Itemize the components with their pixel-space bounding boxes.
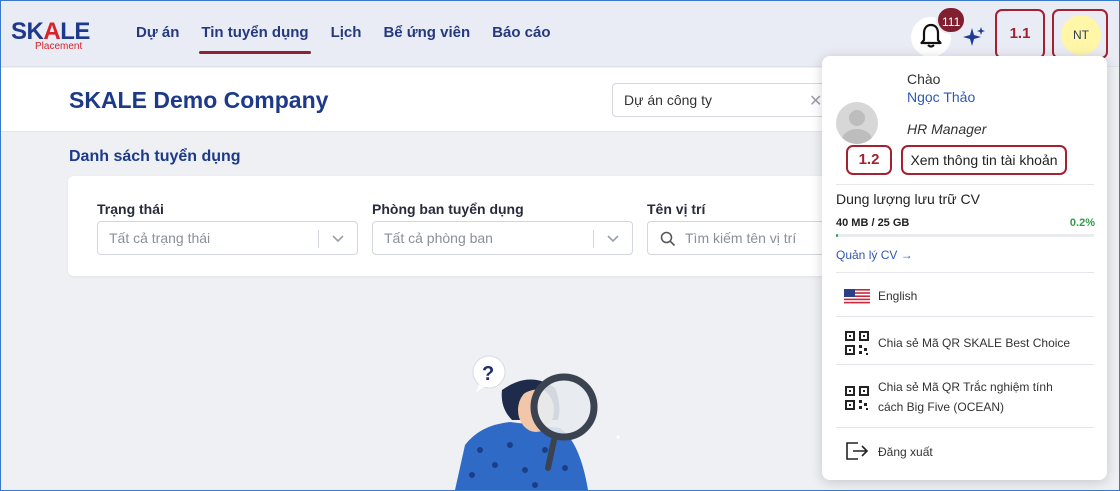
storage-used: 40 MB / 25 GB	[836, 217, 910, 229]
nav-calendar[interactable]: Lịch	[320, 1, 373, 67]
logout-label: Đăng xuất	[878, 445, 933, 459]
nav-reports[interactable]: Báo cáo	[481, 1, 561, 67]
language-label: English	[878, 289, 918, 303]
storage-percent: 0.2%	[1069, 217, 1095, 229]
divider	[836, 184, 1094, 185]
share-qr-big-five[interactable]: Chia sẻ Mã QR Trắc nghiệm tính cách Big …	[836, 378, 1094, 418]
view-account-link[interactable]: Xem thông tin tài khoản	[901, 145, 1067, 175]
nav-projects[interactable]: Dự án	[125, 1, 190, 67]
qr-code-icon	[845, 386, 869, 410]
logout-icon	[846, 442, 869, 460]
divider	[836, 272, 1094, 273]
ai-sparkle-icon[interactable]	[962, 26, 986, 48]
qr-code-icon	[845, 331, 869, 355]
user-avatar-button[interactable]: NT	[1061, 15, 1101, 55]
chevron-down-icon	[607, 235, 619, 243]
divider	[836, 427, 1094, 428]
department-filter-select[interactable]: Tất cả phòng ban	[372, 221, 633, 255]
nav-job-postings[interactable]: Tin tuyển dụng	[190, 1, 319, 67]
storage-progress-fill	[836, 234, 838, 237]
position-filter-label: Tên vị trí	[647, 201, 706, 217]
user-dropdown-menu: Chào Ngọc Thảo HR Manager 1.2 Xem thông …	[822, 56, 1107, 480]
logo-subtitle: Placement	[35, 41, 83, 52]
department-filter-label: Phòng ban tuyển dụng	[372, 201, 524, 217]
notifications-button[interactable]: 111	[909, 6, 967, 57]
svg-text:?: ?	[482, 363, 494, 385]
nav-candidate-pool[interactable]: Bể ứng viên	[372, 1, 481, 67]
skale-logo[interactable]: SKALE Placement	[11, 19, 95, 55]
project-select-value: Dự án công ty	[624, 92, 712, 108]
share-qr-big-five-line2: cách Big Five (OCEAN)	[878, 400, 1005, 414]
user-avatar-callout: NT	[1052, 9, 1108, 59]
greeting-text: Chào	[907, 71, 941, 87]
language-option[interactable]: English	[836, 287, 1094, 307]
filter-card: Trạng thái Tất cả trạng thái Phòng ban t…	[68, 176, 828, 276]
user-role: HR Manager	[907, 121, 987, 137]
empty-state-illustration: ?	[455, 355, 620, 490]
main-nav: Dự án Tin tuyển dụng Lịch Bể ứng viên Bá…	[125, 1, 562, 67]
logout-button[interactable]: Đăng xuất	[836, 442, 1094, 464]
user-silhouette-icon	[842, 110, 872, 144]
callout-1-2: 1.2	[846, 145, 892, 175]
share-qr-big-five-line1: Chia sẻ Mã QR Trắc nghiệm tính	[878, 380, 1053, 394]
chevron-down-icon	[332, 235, 344, 243]
callout-1-1: 1.1	[995, 9, 1045, 59]
manage-cv-link[interactable]: Quản lý CV →	[836, 248, 913, 262]
us-flag-icon	[844, 289, 870, 304]
divider	[836, 316, 1094, 317]
search-icon	[660, 231, 676, 247]
user-name: Ngọc Thảo	[907, 89, 976, 105]
status-filter-select[interactable]: Tất cả trạng thái	[97, 221, 358, 255]
company-title: SKALE Demo Company	[69, 87, 329, 113]
company-header: SKALE Demo Company Dự án công ty ✕	[1, 68, 832, 132]
status-filter-label: Trạng thái	[97, 201, 164, 217]
storage-title: Dung lượng lưu trữ CV	[836, 191, 980, 207]
storage-progress-bar	[836, 234, 1094, 237]
share-qr-best-choice-label: Chia sẻ Mã QR SKALE Best Choice	[878, 336, 1071, 350]
position-search-input[interactable]: Tìm kiếm tên vị trí	[647, 221, 828, 255]
project-select[interactable]: Dự án công ty ✕	[612, 83, 832, 117]
divider	[836, 364, 1094, 365]
user-avatar-image	[836, 102, 878, 144]
job-list-title: Danh sách tuyển dụng	[69, 148, 241, 165]
clear-icon[interactable]: ✕	[809, 91, 822, 111]
share-qr-best-choice[interactable]: Chia sẻ Mã QR SKALE Best Choice	[836, 331, 1094, 360]
